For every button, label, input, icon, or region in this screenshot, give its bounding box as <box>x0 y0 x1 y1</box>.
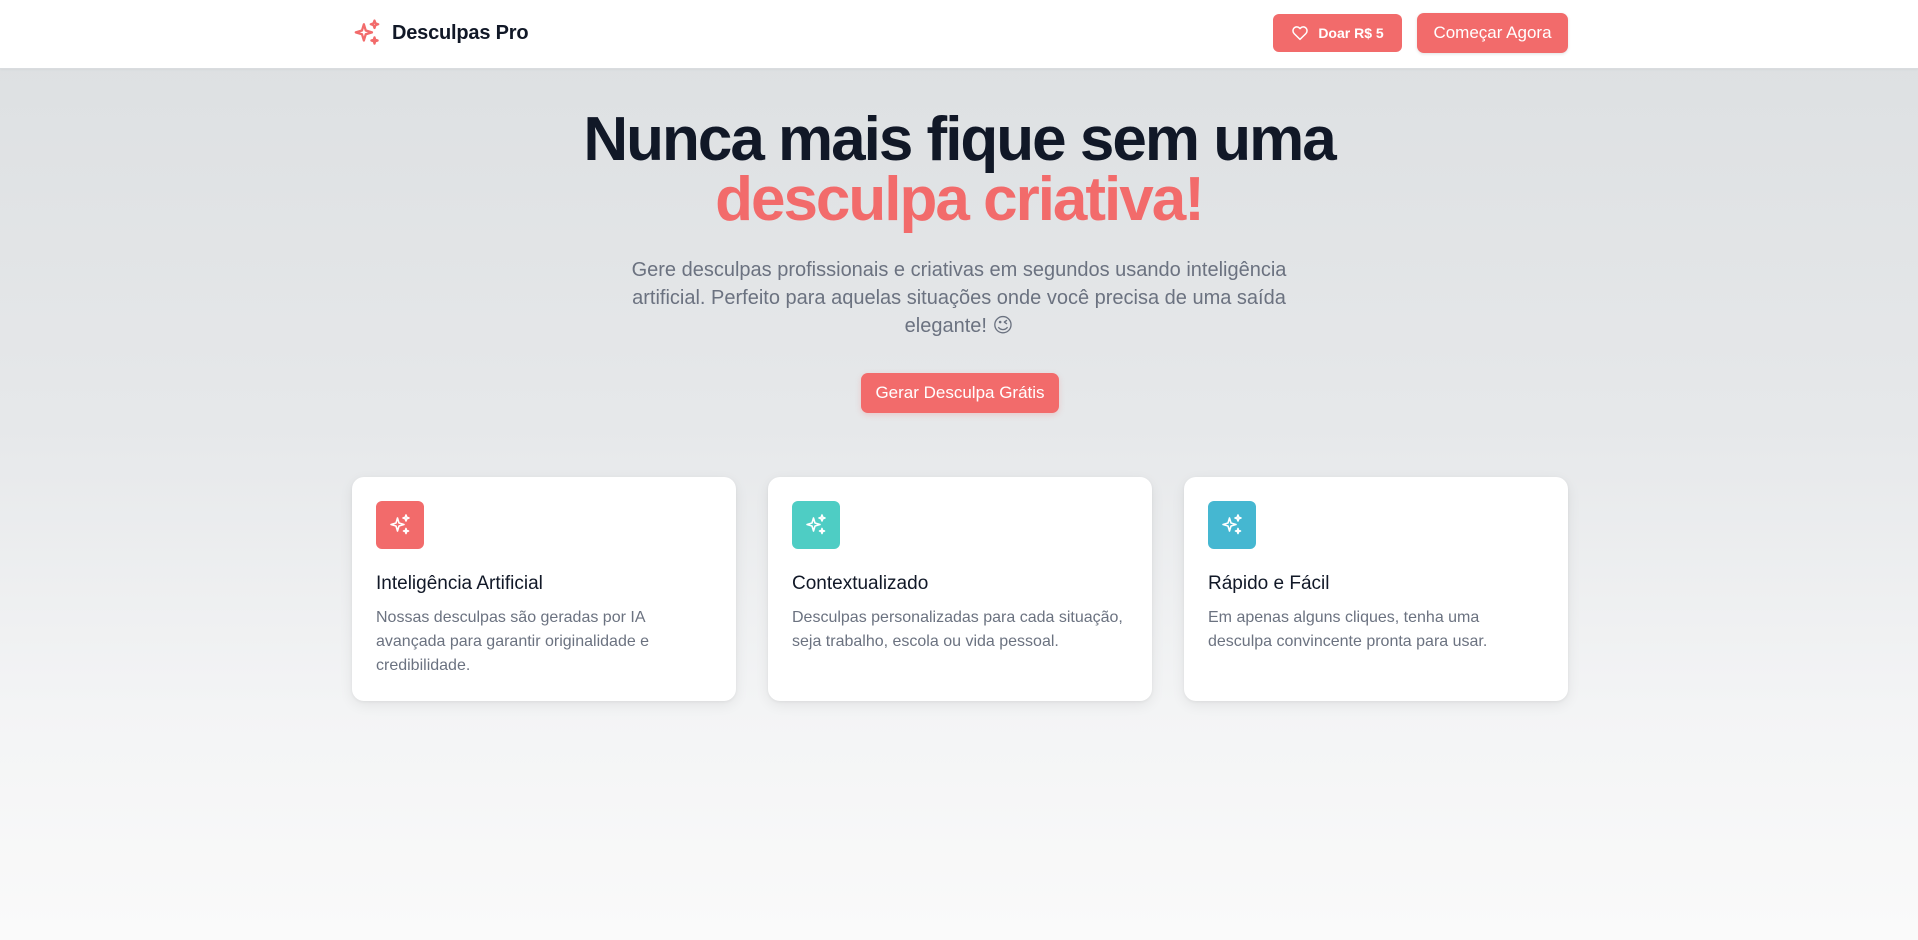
brand-logo[interactable]: Desculpas Pro <box>352 17 529 49</box>
heart-icon <box>1291 24 1309 42</box>
feature-description: Em apenas alguns cliques, tenha uma desc… <box>1208 609 1488 650</box>
feature-card-ai: Inteligência Artificial Nossas desculpas… <box>352 477 736 701</box>
hero-title-highlight: desculpa criativa! <box>715 165 1205 234</box>
start-now-button[interactable]: Começar Agora <box>1417 13 1568 53</box>
hero-title: Nunca mais fique sem uma desculpa criati… <box>0 105 1918 234</box>
feature-card-context: Contextualizado Desculpas personalizadas… <box>768 477 1152 701</box>
feature-card-fast: Rápido e Fácil Em apenas alguns cliques,… <box>1184 477 1568 701</box>
donate-button[interactable]: Doar R$ 5 <box>1273 14 1402 52</box>
feature-icon-box <box>1208 501 1256 549</box>
feature-title: Inteligência Artificial <box>376 573 543 594</box>
donate-label: Doar R$ 5 <box>1318 25 1384 41</box>
feature-description: Nossas desculpas são geradas por IA avan… <box>376 609 650 674</box>
sparkles-icon <box>804 513 828 537</box>
hero-title-line1: Nunca mais fique sem uma <box>583 105 1336 174</box>
generate-excuse-button[interactable]: Gerar Desculpa Grátis <box>861 373 1059 413</box>
sparkles-icon <box>352 18 382 48</box>
feature-icon-box <box>376 501 424 549</box>
top-navbar: Desculpas Pro Doar R$ 5 Começar Agora <box>0 0 1918 69</box>
feature-description: Desculpas personalizadas para cada situa… <box>792 609 1123 650</box>
hero-subtitle: Gere desculpas profissionais e criativas… <box>631 259 1287 337</box>
brand-name: Desculpas Pro <box>392 21 529 44</box>
feature-title: Contextualizado <box>792 573 929 594</box>
sparkles-icon <box>388 513 412 537</box>
feature-icon-box <box>792 501 840 549</box>
feature-title: Rápido e Fácil <box>1208 573 1330 594</box>
sparkles-icon <box>1220 513 1244 537</box>
